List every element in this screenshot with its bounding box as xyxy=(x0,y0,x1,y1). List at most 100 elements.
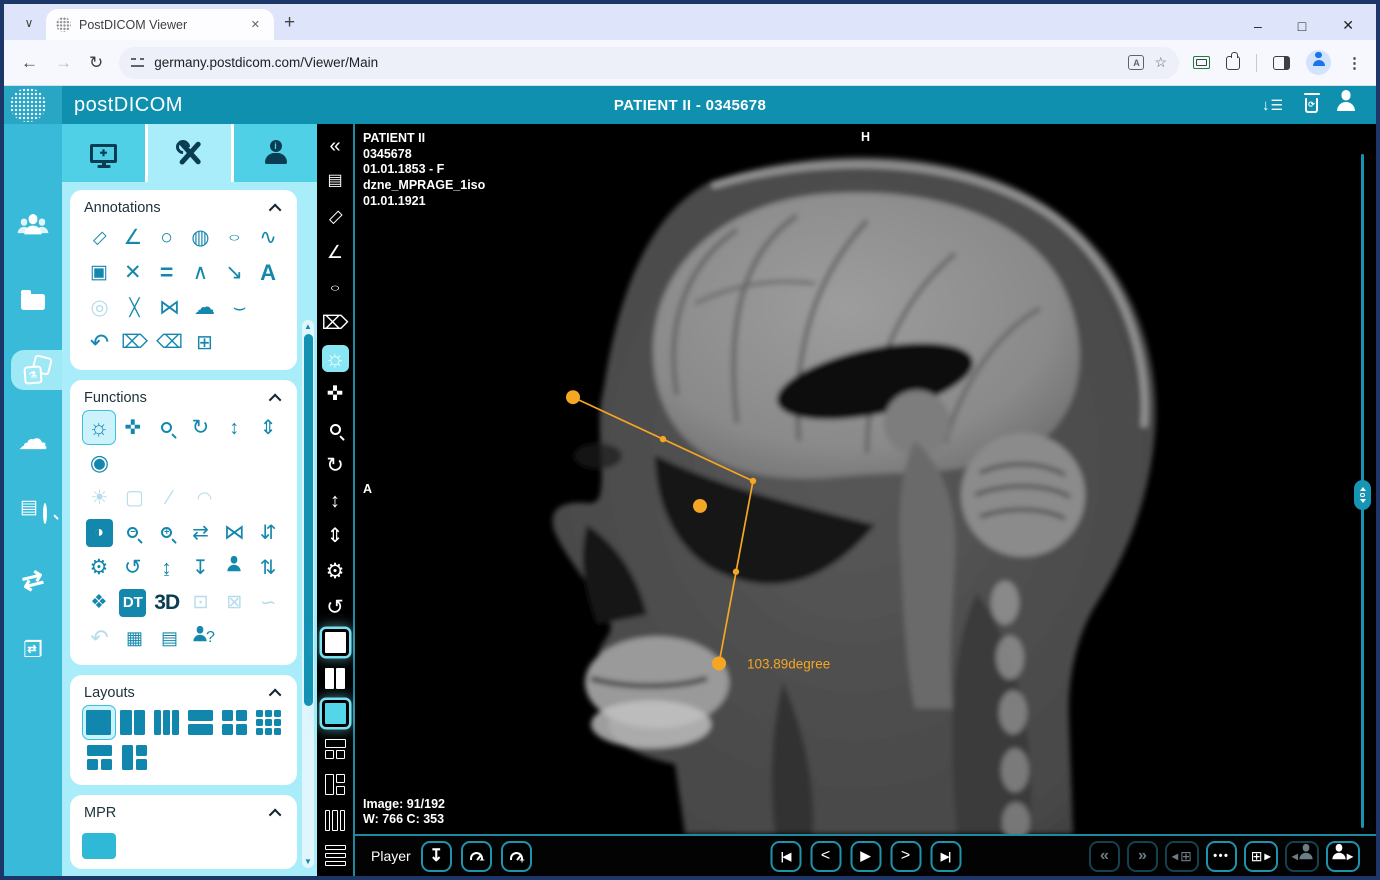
pan-tool[interactable]: ✜ xyxy=(116,410,150,445)
download-button[interactable]: ↧ xyxy=(421,841,452,872)
layout-1left-2right-button[interactable] xyxy=(322,771,349,798)
report-tool[interactable]: ▤ xyxy=(322,168,349,195)
invert-tool[interactable]: ◑ xyxy=(86,519,113,547)
flip-page-tool[interactable]: ⇄ xyxy=(184,515,218,550)
reset-rotation-tool[interactable]: ⚙ xyxy=(82,550,116,585)
window-maximize-button[interactable]: □ xyxy=(1298,18,1306,34)
scroll-vertical-tool[interactable]: ↕ xyxy=(217,410,251,445)
ellipse-tool[interactable]: ○ xyxy=(322,274,349,301)
closed-freehand-tool[interactable]: ☁ xyxy=(187,290,222,325)
sort-order-icon[interactable]: ↓☰ xyxy=(1262,97,1283,114)
layout-1x2-button[interactable] xyxy=(116,705,150,740)
layout-3rows-button[interactable] xyxy=(322,842,349,869)
threed-tool[interactable]: 3D xyxy=(150,585,184,620)
scroll-vertical-tool[interactable]: ↕ xyxy=(322,487,349,514)
eraser-tool[interactable]: ⌦ xyxy=(117,325,152,360)
layout-2rows-button[interactable] xyxy=(184,705,218,740)
scrollbar-thumb[interactable] xyxy=(304,334,313,706)
speed-down-button[interactable]: − xyxy=(461,841,492,872)
patient-help-tool[interactable]: ? xyxy=(187,620,222,655)
expand-vertical-tool[interactable]: ↨ xyxy=(150,550,184,585)
stack-scroll-tool[interactable]: ⇕ xyxy=(251,410,285,445)
layout-3x3-button[interactable] xyxy=(251,705,285,740)
next-patient-button[interactable]: ▶ xyxy=(1326,841,1360,872)
auto-window-tool[interactable]: ↺ xyxy=(322,594,349,621)
cobb-angle-tool[interactable]: ⋈ xyxy=(152,290,187,325)
recycle-bin-icon[interactable]: ⟳ xyxy=(1305,98,1318,113)
back-button[interactable]: ← xyxy=(21,53,38,73)
flip-vertical-tool[interactable]: ⇵ xyxy=(251,515,285,550)
sidebar-item-images[interactable]: ⚗ xyxy=(11,350,62,390)
tab-patient-info[interactable]: i xyxy=(234,124,317,182)
tab-tools[interactable] xyxy=(148,124,234,182)
window-close-button[interactable]: ✕ xyxy=(1342,17,1354,34)
more-button[interactable]: ••• xyxy=(1206,841,1237,872)
collapse-panel-tool[interactable]: « xyxy=(322,132,349,159)
sidebar-item-remote-sync[interactable]: ❐⇄ xyxy=(4,630,62,670)
dicom-viewport[interactable]: PATIENT II 0345678 01.01.1853 - F dzne_M… xyxy=(355,124,1376,836)
zoom-out-tool[interactable]: − xyxy=(116,515,150,550)
next-button[interactable]: > xyxy=(890,841,921,872)
erase-all-tool[interactable]: ⌫ xyxy=(152,325,187,360)
sidebar-item-transfer[interactable]: ⇄ xyxy=(4,560,62,600)
previous-button[interactable]: < xyxy=(810,841,841,872)
url-text[interactable]: germany.postdicom.com/Viewer/Main xyxy=(154,55,1118,70)
export-image-tool[interactable]: ▦ xyxy=(117,620,152,655)
account-icon[interactable] xyxy=(1337,92,1355,119)
text-tool[interactable]: A xyxy=(251,255,285,290)
zoom-tool[interactable] xyxy=(150,410,184,445)
tab-viewer-screens[interactable]: ✚ xyxy=(62,124,148,182)
address-bar[interactable]: germany.postdicom.com/Viewer/Main A ☆ xyxy=(119,47,1179,79)
layout-1x2-button[interactable] xyxy=(322,665,349,692)
save-image-tool[interactable]: ▤ xyxy=(152,620,187,655)
arrow-tool[interactable]: ↘ xyxy=(217,255,251,290)
stack-scroll-tool[interactable]: ⇕ xyxy=(322,523,349,550)
scroll-down-icon[interactable]: ▼ xyxy=(302,857,314,866)
browser-menu-icon[interactable]: ⋮ xyxy=(1347,54,1362,72)
reset-rotation-tool[interactable]: ⚙ xyxy=(322,558,349,585)
pan-tool[interactable]: ✜ xyxy=(322,381,349,408)
tag-tool[interactable]: ❖ xyxy=(82,585,116,620)
zoom-tool[interactable] xyxy=(322,416,349,443)
ruler-tool[interactable]: ▭ xyxy=(322,203,349,230)
image-stack-slider[interactable] xyxy=(1361,154,1364,828)
angle-tool[interactable]: ∠ xyxy=(322,239,349,266)
stack-slider-thumb[interactable] xyxy=(1354,480,1371,510)
extensions-icon[interactable] xyxy=(1226,56,1240,70)
panel-scrollbar[interactable]: ▲ ▼ xyxy=(302,320,314,868)
undo-tool[interactable]: ↶ xyxy=(82,325,117,360)
collapse-chevron-icon[interactable] xyxy=(269,688,282,701)
collapse-chevron-icon[interactable] xyxy=(269,203,282,216)
reload-button[interactable]: ↻ xyxy=(89,53,103,73)
polyline-tool[interactable]: ∧ xyxy=(183,255,217,290)
layout-1x1-button[interactable] xyxy=(82,705,116,740)
layout-1x1-button[interactable] xyxy=(322,629,349,656)
last-button[interactable]: ▶| xyxy=(930,841,961,872)
window-level-tool[interactable]: ☼ xyxy=(82,410,116,445)
save-annotations-tool[interactable]: ⊞ xyxy=(187,325,222,360)
window-level-tool[interactable]: ☼ xyxy=(322,345,349,372)
sort-images-tool[interactable]: ⇅ xyxy=(251,550,285,585)
first-button[interactable]: |◀ xyxy=(770,841,801,872)
mpr-thumbnail[interactable] xyxy=(82,833,116,859)
sidebar-item-worklist[interactable]: ▤ xyxy=(4,490,62,530)
sidebar-item-folders[interactable] xyxy=(4,280,62,320)
series-layout-button[interactable] xyxy=(322,700,349,727)
dt-tool[interactable]: DT xyxy=(119,589,146,617)
open-angle-tool[interactable]: ╳ xyxy=(117,290,152,325)
ruler-tool[interactable]: ▭ xyxy=(82,220,116,255)
layout-1left-2right-button[interactable] xyxy=(117,740,152,775)
patient-orientation-tool[interactable] xyxy=(217,550,251,585)
tab-close-icon[interactable]: ✕ xyxy=(247,16,264,33)
play-button[interactable]: ▶ xyxy=(850,841,881,872)
layout-1x3-button[interactable] xyxy=(322,807,349,834)
layout-1x3-button[interactable] xyxy=(150,705,184,740)
forward-button[interactable]: → xyxy=(55,53,72,73)
spline-tool[interactable]: ⌣ xyxy=(222,290,257,325)
app-logo[interactable] xyxy=(4,86,62,124)
rectangle-tool[interactable]: ▣ xyxy=(82,255,116,290)
collapse-chevron-icon[interactable] xyxy=(269,808,282,821)
collapse-chevron-icon[interactable] xyxy=(269,393,282,406)
angle-measurement[interactable]: 103.89degree xyxy=(355,124,1376,834)
new-tab-button[interactable]: + xyxy=(284,12,295,34)
